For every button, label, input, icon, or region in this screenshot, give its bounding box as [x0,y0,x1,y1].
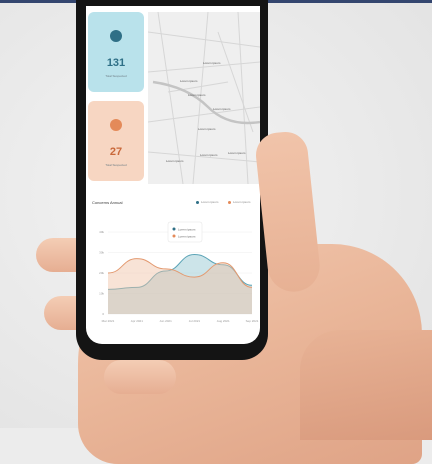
y-tick-label: 20k [99,271,104,275]
tooltip-dot-icon [172,234,176,238]
y-tick-label: 10k [99,292,104,296]
area-chart: Mar 2021 Apr 2021 Jun 2021 Jul 2021 Aug 2021… [99,221,259,323]
photo-scene: 131 Total Suspected 27 Total Suspected L… [0,0,432,464]
stat-card-vehicles[interactable]: 131 Total Suspected [88,12,144,92]
map-place-label: Lorem ipsum [180,79,198,83]
hand-wrist [300,330,432,440]
finger-ring [104,360,176,394]
chart-panel: Concerns Annual Lorem ipsum Lorem ipsum … [86,192,260,344]
x-tick-label: Jul 2021 [189,319,201,323]
stat-value: 27 [109,146,123,158]
chart-title: Concerns Annual [92,200,123,205]
y-tick-label: 0 [102,312,104,316]
legend-item-2[interactable]: Lorem ipsum [228,200,250,204]
map-place-label: Lorem ipsum [228,151,246,155]
map-place-label: Lorem ipsum [213,107,231,111]
y-tick-label: 30k [99,251,104,255]
y-tick-label: 40k [99,230,104,234]
map-streets: Lorem ipsum Lorem ipsum Lorem ipsum Lorem i… [147,11,260,185]
phone-screen: 131 Total Suspected 27 Total Suspected L… [86,6,260,344]
legend-item-1[interactable]: Lorem ipsum [196,200,218,204]
map-place-label: Lorem ipsum [166,159,184,163]
x-tick-label: Mar 2021 [102,319,115,323]
x-tick-label: Aug 2021 [217,319,230,323]
map-view[interactable]: Lorem ipsum Lorem ipsum Lorem ipsum Lorem i… [147,11,260,185]
tooltip-label: Lorem ipsum [178,235,196,239]
chart-tooltip [167,221,203,243]
stat-card-persons[interactable]: 27 Total Suspected [88,101,144,181]
legend-label: Lorem ipsum [201,200,219,204]
stat-label: Total Suspected [105,74,127,78]
legend-label: Lorem ipsum [233,200,251,204]
car-icon [110,30,122,42]
map-place-label: Lorem ipsum [188,93,206,97]
x-tick-label: Sep 2021 [246,319,259,323]
map-place-label: Lorem ipsum [200,153,218,157]
map-place-label: Lorem ipsum [198,127,216,131]
tooltip-label: Lorem ipsum [178,228,196,232]
x-tick-label: Jun 2021 [159,319,172,323]
person-icon [110,119,122,131]
x-tick-label: Apr 2021 [131,319,144,323]
legend-dot-icon [228,200,231,204]
stat-label: Total Suspected [105,163,127,167]
map-place-label: Lorem ipsum [203,61,221,65]
tooltip-dot-icon [172,227,176,231]
stat-value: 131 [106,57,126,69]
legend-dot-icon [196,200,199,204]
